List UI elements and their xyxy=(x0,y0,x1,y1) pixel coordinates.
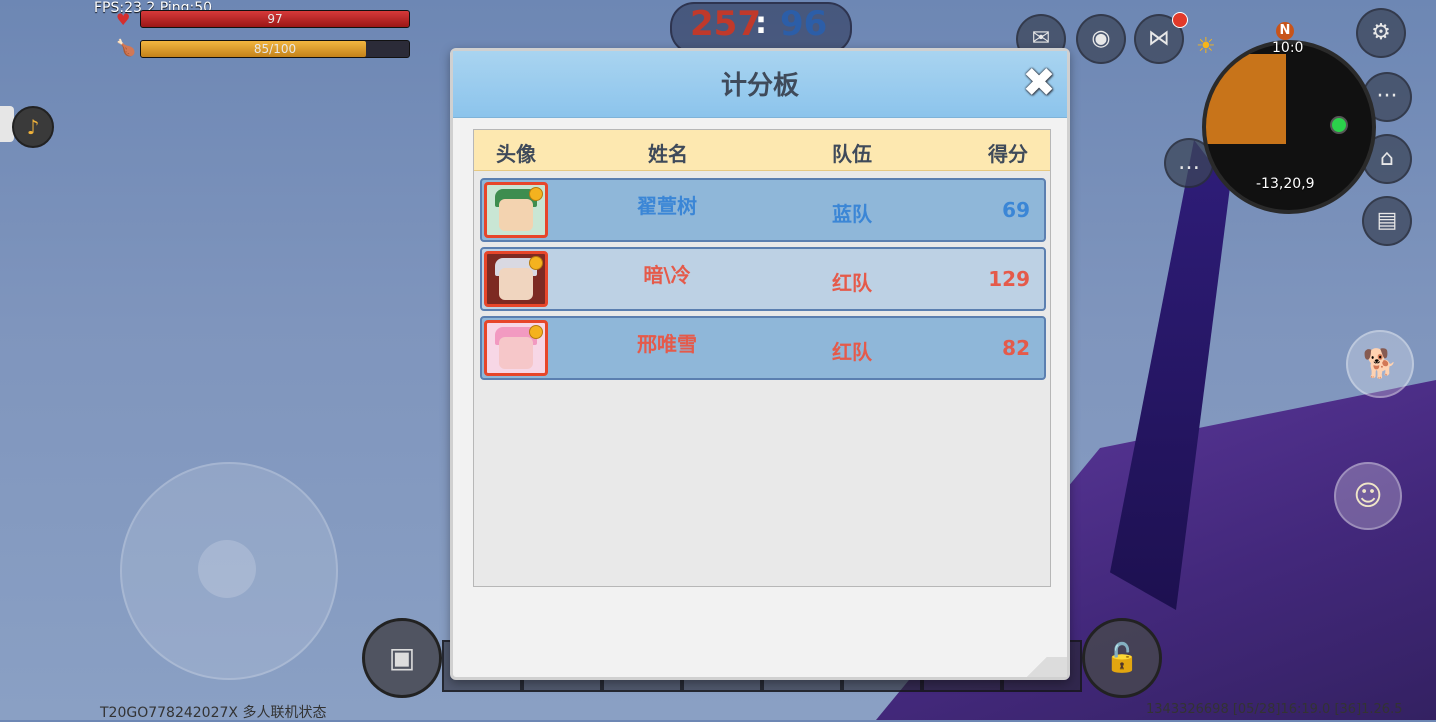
dialog-title: 计分板 xyxy=(720,71,799,101)
health-bar: 97 xyxy=(140,10,410,28)
table-row[interactable]: 暗\冷 红队 129 xyxy=(480,247,1046,311)
notification-dot xyxy=(1172,12,1188,28)
column-score: 得分 xyxy=(988,142,1028,166)
drumstick-icon: 🍗 xyxy=(116,38,136,57)
gear-icon[interactable]: ⚙ xyxy=(1356,8,1406,58)
notebook-icon[interactable]: ▤ xyxy=(1362,196,1412,246)
scoreboard-dialog: 计分板 ✖ 头像 姓名 队伍 得分 翟萱树 蓝队 69 暗\冷 红队 129 邢… xyxy=(450,48,1070,680)
player-name: 暗\冷 xyxy=(643,263,691,287)
map-coordinates: -13,20,9 xyxy=(1256,176,1315,192)
score-separator: : xyxy=(755,6,767,41)
column-team: 队伍 xyxy=(832,142,872,166)
player-marker xyxy=(1330,116,1348,134)
red-team-score: 257 xyxy=(690,4,761,44)
dog-icon[interactable]: 🐕 xyxy=(1346,330,1414,398)
backpack-icon[interactable]: ▣ xyxy=(362,618,442,698)
page-curl xyxy=(1007,657,1067,677)
player-team: 蓝队 xyxy=(832,202,872,226)
close-icon[interactable]: ✖ xyxy=(1019,63,1059,103)
joystick-knob[interactable] xyxy=(198,540,256,598)
hunger-value: 85/100 xyxy=(253,42,297,56)
blue-team-score: 96 xyxy=(780,4,828,44)
avatar xyxy=(484,251,548,307)
person-icon[interactable]: ☺ xyxy=(1334,462,1402,530)
dialog-header: 计分板 ✖ xyxy=(453,51,1067,118)
lock-icon[interactable]: 🔓 xyxy=(1082,618,1162,698)
player-score: 82 xyxy=(1002,336,1030,360)
hunger-bar: 85/100 xyxy=(140,40,410,58)
camera-icon[interactable]: ◉ xyxy=(1076,14,1126,64)
table-row[interactable]: 邢唯雪 红队 82 xyxy=(480,316,1046,380)
scoreboard-table: 头像 姓名 队伍 得分 翟萱树 蓝队 69 暗\冷 红队 129 邢唯雪 红队 … xyxy=(473,129,1051,587)
player-name: 邢唯雪 xyxy=(637,332,697,356)
table-header: 头像 姓名 队伍 得分 xyxy=(474,130,1050,171)
health-value: 97 xyxy=(267,12,283,26)
table-row[interactable]: 翟萱树 蓝队 69 xyxy=(480,178,1046,242)
status-info: 1343326698 [05/28]16:19.0 [36]1.26.5 xyxy=(1146,702,1403,717)
compass-north: N xyxy=(1276,22,1294,40)
player-score: 69 xyxy=(1002,198,1030,222)
music-note-icon[interactable]: ♪ xyxy=(12,106,54,148)
avatar xyxy=(484,320,548,376)
player-score: 129 xyxy=(988,267,1030,291)
column-avatar: 头像 xyxy=(496,142,536,166)
column-name: 姓名 xyxy=(648,142,688,166)
map-time: 10:0 xyxy=(1272,40,1304,56)
player-team: 红队 xyxy=(832,340,872,364)
build-info: T20GO778242027X 多人联机状态 xyxy=(100,705,327,721)
player-team: 红队 xyxy=(832,271,872,295)
player-name: 翟萱树 xyxy=(637,194,697,218)
heart-icon: ♥ xyxy=(116,10,131,29)
avatar xyxy=(484,182,548,238)
